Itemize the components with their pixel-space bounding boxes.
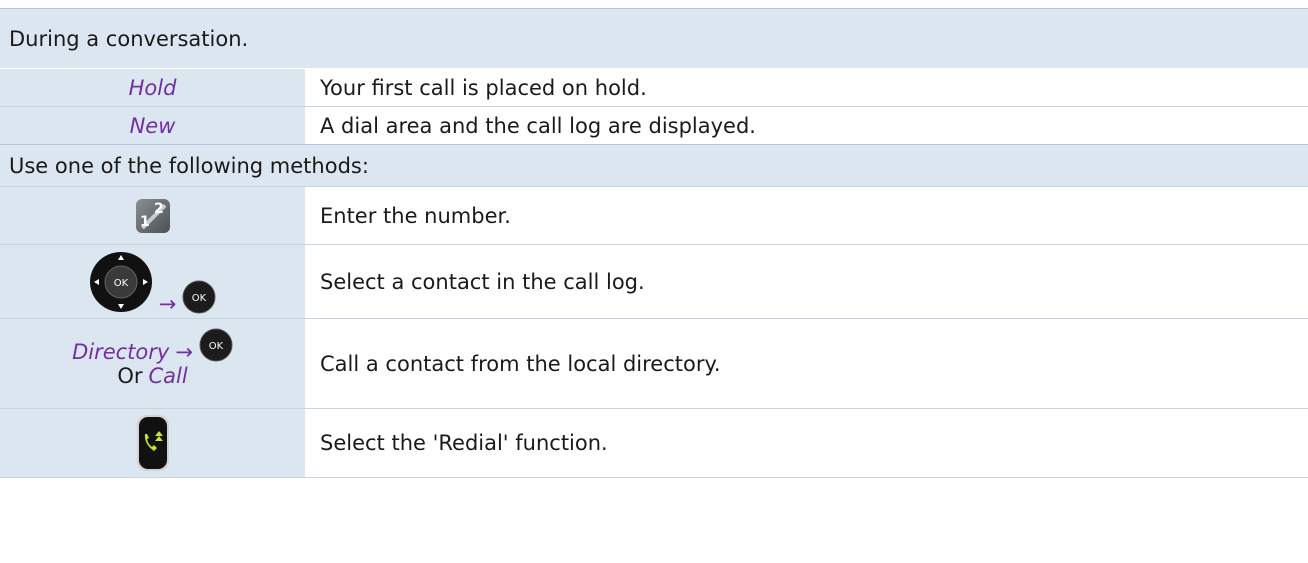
section-title: During a conversation. [9, 26, 249, 51]
or-label: Or [117, 363, 143, 388]
svg-text:OK: OK [209, 341, 224, 352]
key-cell: Hold [0, 69, 305, 106]
description-cell: Select the 'Redial' function. [320, 431, 608, 455]
key-cell: New [0, 107, 305, 144]
call-softkey-label: Call [148, 363, 188, 388]
table-row-new: New A dial area and the call log are dis… [0, 106, 1308, 144]
key-cell [0, 409, 305, 477]
description-cell: A dial area and the call log are display… [305, 107, 1308, 144]
then-arrow: → [175, 339, 193, 364]
redial-key-icon [136, 414, 170, 472]
ok-button-icon: OK [182, 280, 216, 314]
key-cell: 1 2 [0, 187, 305, 244]
keypad-icon: 1 2 [135, 198, 171, 234]
directory-softkey-label: Directory [72, 339, 170, 364]
hold-softkey-label: Hold [128, 75, 177, 100]
ok-button-icon: OK [199, 328, 233, 362]
then-arrow: → [158, 291, 177, 316]
table-row-hold: Hold Your first call is placed on hold. [0, 68, 1308, 106]
description-cell: Enter the number. [320, 203, 511, 228]
instruction-table: During a conversation. Hold Your first c… [0, 8, 1308, 478]
svg-text:OK: OK [192, 293, 207, 304]
description-cell: Select a contact in the call log. [320, 269, 645, 294]
section-title: Use one of the following methods: [9, 153, 369, 178]
navigator-ok-icon: OK [89, 250, 153, 314]
call-alternative: Or Call [117, 364, 187, 388]
directory-sequence: Directory → OK [72, 328, 233, 364]
description-cell: Your first call is placed on hold. [305, 69, 1308, 106]
section-header-methods: Use one of the following methods: [0, 144, 1308, 186]
key-cell: OK → OK [0, 245, 305, 318]
svg-text:1: 1 [140, 214, 150, 230]
section-header-during: During a conversation. [0, 8, 1308, 68]
table-row-directory: Directory → OK Or Call Call a contact fr… [0, 318, 1308, 408]
navigator-sequence: OK → OK [89, 250, 217, 316]
key-cell: Directory → OK Or Call [0, 319, 305, 408]
table-row-redial: Select the 'Redial' function. [0, 408, 1308, 478]
svg-text:2: 2 [154, 201, 164, 217]
table-row-navigator: OK → OK Select a contact in the call log… [0, 244, 1308, 318]
svg-text:OK: OK [113, 278, 128, 289]
table-row-keypad: 1 2 Enter the number. [0, 186, 1308, 244]
new-softkey-label: New [129, 113, 176, 138]
description-cell: Call a contact from the local directory. [320, 351, 721, 376]
